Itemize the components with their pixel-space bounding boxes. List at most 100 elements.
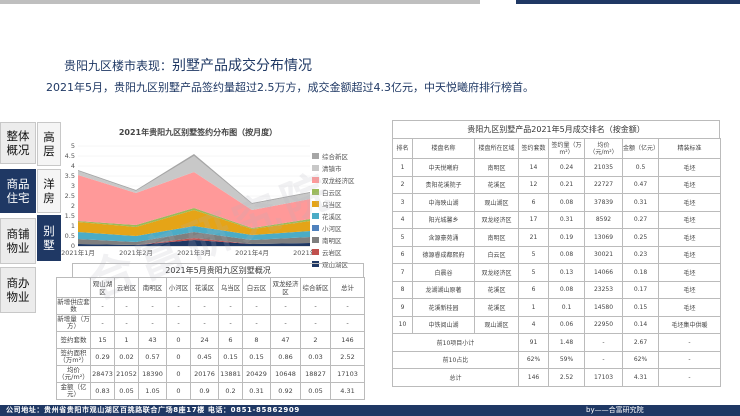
table-cell: 0.9 bbox=[190, 382, 219, 400]
table-cell: 18827 bbox=[300, 365, 331, 383]
table-cell: 28473 bbox=[90, 365, 115, 383]
table-row: 9 花溪新桂园 花溪区 1 0.1 14580 0.15 毛坯 bbox=[392, 298, 721, 317]
table-cell: 22727 bbox=[584, 175, 623, 194]
legend-swatch bbox=[312, 237, 319, 243]
table-cell: 中铁阅山湖 bbox=[412, 315, 475, 334]
legend-swatch bbox=[312, 225, 319, 231]
y-tick-label: 0.5 bbox=[65, 232, 75, 240]
table-cell: 1 bbox=[392, 158, 413, 177]
table-cell: 13069 bbox=[584, 228, 623, 247]
table-cell: - bbox=[114, 314, 139, 332]
table-cell: 20429 bbox=[242, 365, 271, 383]
table-header-cell: 双龙经济区 bbox=[270, 277, 301, 298]
table-header-cell: 综合新区 bbox=[300, 277, 331, 298]
table-cell: 4 bbox=[518, 315, 549, 334]
table-cell: 0 bbox=[166, 365, 191, 383]
table-cell: - bbox=[166, 297, 191, 315]
table-cell: 23253 bbox=[584, 280, 623, 299]
table-header-cell: 南明区 bbox=[138, 277, 167, 298]
table-cell: 0.05 bbox=[300, 382, 331, 400]
table-cell: 4.31 bbox=[330, 382, 365, 400]
x-tick-label: 2021年4月 bbox=[235, 248, 269, 257]
table-cell: 0 bbox=[166, 348, 191, 366]
ranking-table: 排名 楼盘名称 楼盘所在区域 签约套数 签约量（万m²） 均价（元/m²） 金额（亿元） 精装… bbox=[392, 138, 721, 387]
table-cell: 0.45 bbox=[190, 348, 219, 366]
table-cell: 毛坯 bbox=[658, 298, 721, 317]
subnav-item-label: 别 墅 bbox=[43, 224, 55, 252]
table-row: 金额（亿元） 0.83 0.05 1.05 0 0.9 0.2 0.31 0.92 0.05 4.3… bbox=[56, 382, 365, 400]
table-cell: 南明区 bbox=[474, 228, 519, 247]
subtitle-prefix: 贵阳九区楼市表现： bbox=[64, 59, 173, 73]
y-tick-label: 3 bbox=[71, 182, 75, 190]
table-cell: 中天悦曦府 bbox=[412, 158, 475, 177]
table-cell: 43 bbox=[138, 331, 167, 349]
table-cell: 14580 bbox=[584, 298, 623, 317]
top-bar-left bbox=[0, 0, 480, 4]
table-cell: 0.08 bbox=[548, 280, 585, 299]
summary-label: 总计 bbox=[392, 368, 519, 387]
legend-label: 小河区 bbox=[322, 225, 342, 233]
table-cell: - bbox=[658, 350, 721, 369]
table-cell: 6 bbox=[518, 193, 549, 212]
table-cell: 0.83 bbox=[90, 382, 115, 400]
y-tick-label: 1.5 bbox=[65, 212, 75, 220]
table-cell: 0.18 bbox=[622, 263, 659, 282]
top-bar-right bbox=[516, 0, 740, 4]
table-cell: 6 bbox=[518, 280, 549, 299]
table-cell: 0.02 bbox=[114, 348, 139, 366]
y-tick-label: 5 bbox=[71, 142, 75, 150]
table-cell: 0.31 bbox=[622, 193, 659, 212]
y-tick-label: 3.5 bbox=[65, 172, 75, 180]
table-cell: 0.15 bbox=[218, 348, 243, 366]
nav-item-office[interactable]: 商办 物业 bbox=[0, 267, 36, 313]
table-cell: - bbox=[330, 297, 365, 315]
table-cell: 毛坯 bbox=[658, 175, 721, 194]
table-cell: - bbox=[114, 297, 139, 315]
table-cell: 17103 bbox=[330, 365, 365, 383]
table-cell: 0 bbox=[166, 382, 191, 400]
table-cell: 毛坯 bbox=[658, 158, 721, 177]
table-cell: 0.13 bbox=[548, 263, 585, 282]
table-cell: 2 bbox=[300, 331, 331, 349]
table-cell: 5 bbox=[518, 245, 549, 264]
x-tick-label: 2021年5月 bbox=[293, 248, 312, 257]
nav-item-retail[interactable]: 商铺 物业 bbox=[0, 218, 36, 264]
table-header-cell: 小河区 bbox=[166, 277, 191, 298]
legend-item: 清镇市 bbox=[312, 162, 372, 174]
table-cell: 0.06 bbox=[548, 315, 585, 334]
legend-swatch bbox=[312, 165, 319, 171]
table-cell: 59% bbox=[548, 350, 585, 369]
table-cell: 德源睿成都熙府 bbox=[412, 245, 475, 264]
overview-table: 观山湖区 云岩区 南明区 小河区 花溪区 乌当区 白云区 双龙经济区 综合新区 总计 新增供应套数… bbox=[56, 277, 365, 400]
table-cell: 毛坯 bbox=[658, 228, 721, 247]
table-cell: 1.05 bbox=[138, 382, 167, 400]
area-chart: 00.511.522.533.544.552021年1月 2021年2月 2021年… bbox=[61, 142, 312, 257]
table-cell: 62% bbox=[622, 350, 659, 369]
table-cell: - bbox=[300, 297, 331, 315]
ranking-table-title: 贵阳九区别墅产品2021年5月成交排名（按金额） bbox=[392, 120, 720, 138]
nav-item-overview[interactable]: 整体 概况 bbox=[0, 122, 36, 164]
table-cell: 8592 bbox=[584, 210, 623, 229]
y-tick-label: 2 bbox=[71, 202, 75, 210]
table-cell: 0.25 bbox=[622, 228, 659, 247]
table-cell: 0.17 bbox=[622, 280, 659, 299]
legend-label: 花溪区 bbox=[322, 213, 342, 221]
table-cell: - bbox=[218, 297, 243, 315]
nav-item-residential[interactable]: 商品 住宅 bbox=[0, 169, 36, 213]
table-cell: 4 bbox=[392, 210, 413, 229]
table-cell: 花溪区 bbox=[474, 298, 519, 317]
table-cell: - bbox=[190, 297, 219, 315]
table-header-cell: 排名 bbox=[392, 138, 413, 159]
table-cell: 0.31 bbox=[548, 210, 585, 229]
legend-label: 南明区 bbox=[322, 237, 342, 245]
table-header-cell: 花溪区 bbox=[190, 277, 219, 298]
table-cell: 20176 bbox=[190, 365, 219, 383]
table-cell: 0.15 bbox=[242, 348, 271, 366]
page-summary: 2021年5月，贵阳九区别墅产品签约量超过2.5万方，成交金额超过4.3亿元，中… bbox=[46, 81, 534, 94]
table-cell: 22950 bbox=[584, 315, 623, 334]
table-cell: 0.92 bbox=[270, 382, 301, 400]
table-cell: 0.03 bbox=[300, 348, 331, 366]
legend-item: 南明区 bbox=[312, 234, 372, 246]
table-cell: - bbox=[242, 297, 271, 315]
table-cell: 6 bbox=[392, 245, 413, 264]
